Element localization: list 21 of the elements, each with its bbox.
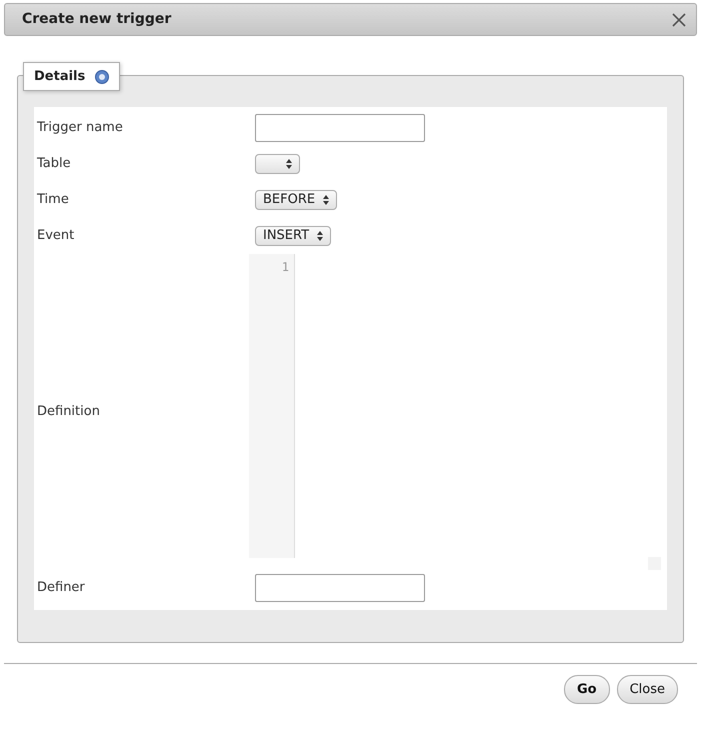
select-dropdown[interactable]: BEFORE [255, 190, 338, 210]
select-arrows-icon [286, 159, 292, 169]
field-label: Event [37, 227, 76, 246]
select-dropdown[interactable]: INSERT [255, 226, 332, 246]
close-icon[interactable] [672, 12, 686, 26]
select-dropdown[interactable] [255, 154, 300, 174]
text-field[interactable] [255, 574, 425, 602]
help-icon[interactable] [95, 70, 110, 84]
select-arrows-icon [323, 195, 330, 205]
dialog-title: Create new trigger [22, 10, 172, 29]
field-label: Table [37, 155, 72, 174]
close-button[interactable]: Close [616, 675, 678, 704]
field-label: Definition [37, 403, 101, 422]
select-arrows-icon [317, 231, 324, 241]
line-number: 1 [280, 259, 289, 276]
go-button[interactable]: Go [564, 675, 610, 704]
text-field[interactable] [255, 114, 425, 142]
field-label: Definer [37, 579, 86, 598]
field-label: Trigger name [37, 119, 124, 138]
field-label: Time [37, 191, 70, 210]
legend-title: Details [34, 68, 86, 86]
